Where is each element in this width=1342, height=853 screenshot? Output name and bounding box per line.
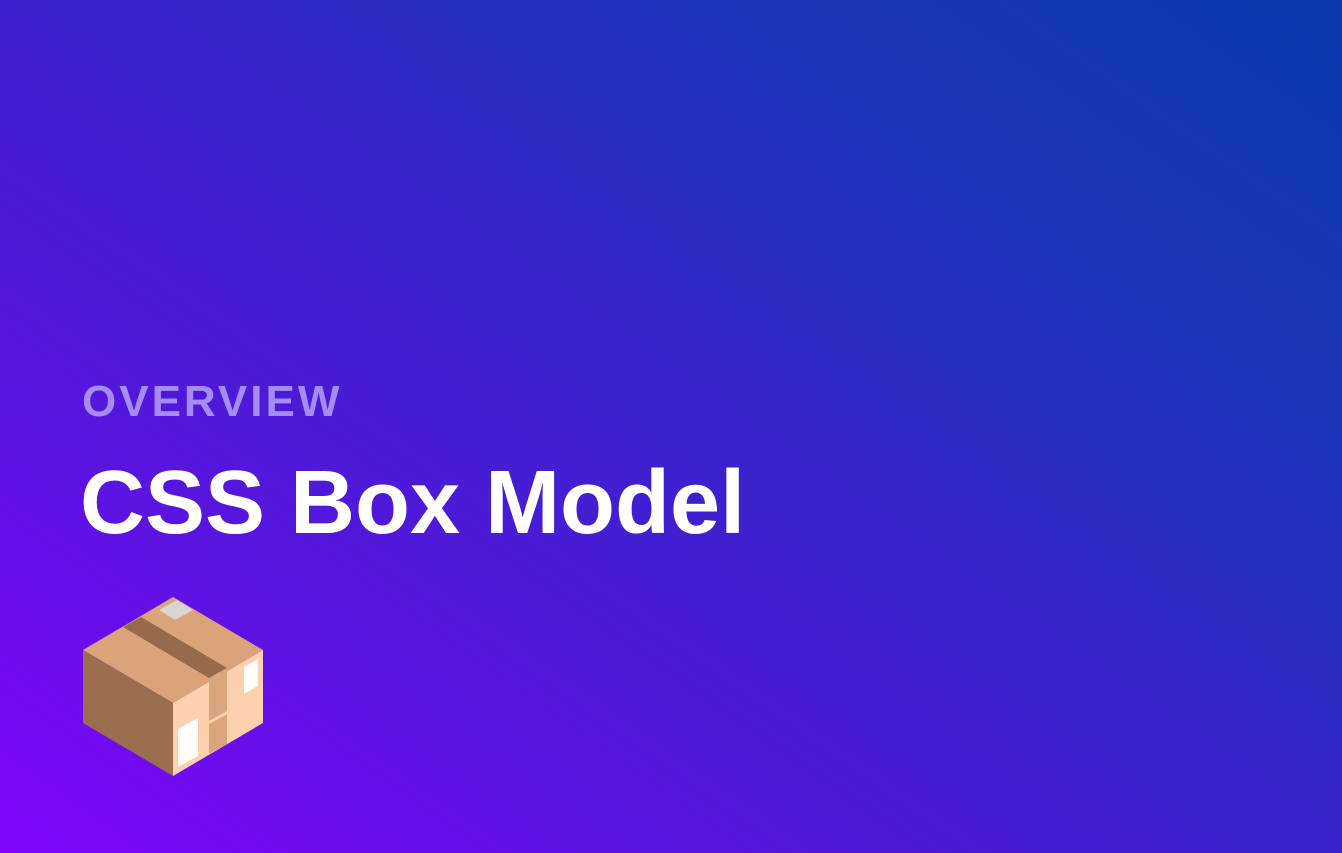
hero-banner: OVERVIEW CSS Box Model <box>0 0 1342 853</box>
section-eyebrow: OVERVIEW <box>82 377 343 426</box>
page-title: CSS Box Model <box>80 453 746 553</box>
package-box-icon <box>82 596 264 778</box>
